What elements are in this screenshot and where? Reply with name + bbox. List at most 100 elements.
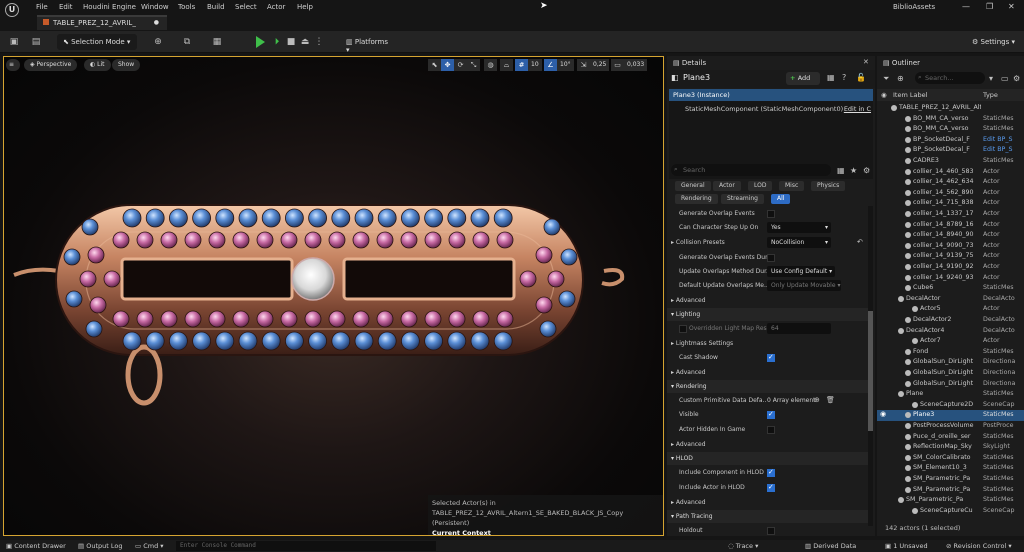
scale-snap-value[interactable]: 0,25 xyxy=(590,59,610,71)
outliner-row[interactable]: GlobalSun_DirLight Directiona xyxy=(877,379,1024,390)
outliner-row[interactable]: Cube6 StaticMes xyxy=(877,283,1024,294)
outliner-row[interactable]: Plane StaticMes xyxy=(877,389,1024,400)
outliner-row[interactable]: SM_Parametric_Pa StaticMes xyxy=(877,474,1024,485)
select-tool-icon[interactable]: ⬉ xyxy=(428,59,441,71)
outliner-row[interactable]: collier_14_8789_16 Actor xyxy=(877,220,1024,231)
update-overlaps-dropdown[interactable]: Use Config Default ▾ xyxy=(767,266,835,277)
advanced-collision-row[interactable]: ▸ Advanced xyxy=(667,294,869,307)
outliner-settings-icon[interactable]: ⚙ xyxy=(1013,74,1020,83)
outliner-row[interactable]: collier_14_9139_75 Actor xyxy=(877,251,1024,262)
trace-dropdown[interactable]: ◌ Trace ▾ xyxy=(728,542,758,550)
add-element-icon[interactable]: ⊕ xyxy=(814,396,820,404)
outliner-row[interactable]: DecalActor DecalActo xyxy=(877,294,1024,305)
scale-snap-icon[interactable]: ⇲ xyxy=(577,59,590,71)
outliner-row[interactable]: ReflectionMap_Sky SkyLight xyxy=(877,442,1024,453)
outliner-row[interactable]: collier_14_1337_17 Actor xyxy=(877,209,1024,220)
tab-outliner[interactable]: ▤ Outliner xyxy=(879,56,924,70)
outliner-row[interactable]: GlobalSun_DirLight Directiona xyxy=(877,368,1024,379)
settings-dropdown[interactable]: ⚙ Settings ▾ xyxy=(966,34,1022,50)
show-button[interactable]: Show xyxy=(112,59,141,71)
outliner-row[interactable]: CADRE3 StaticMes xyxy=(877,156,1024,167)
edit-blueprint-link[interactable]: Edit BP_S xyxy=(983,136,1024,143)
step-icon[interactable]: ⏵ xyxy=(272,37,282,47)
filter-general[interactable]: General xyxy=(675,181,711,191)
outliner-row[interactable]: collier_14_9190_92 Actor xyxy=(877,262,1024,273)
menu-select[interactable]: Select xyxy=(235,3,257,11)
tab-details[interactable]: ▤ Details xyxy=(669,56,710,70)
menu-houdini-engine[interactable]: Houdini Engine xyxy=(83,3,136,11)
outliner-row[interactable]: BO_MM_CA_verso StaticMes xyxy=(877,124,1024,135)
outliner-row[interactable]: GlobalSun_DirLight Directiona xyxy=(877,357,1024,368)
stop-icon[interactable]: ■ xyxy=(286,37,296,47)
content-browser-icon[interactable]: ▤ xyxy=(31,37,41,47)
menu-edit[interactable]: Edit xyxy=(59,3,73,11)
outliner-row[interactable]: ◉ Plane3 StaticMes xyxy=(877,410,1024,421)
lit-button[interactable]: ◐ Lit xyxy=(84,59,111,71)
menu-window[interactable]: Window xyxy=(141,3,169,11)
cmd-dropdown[interactable]: ▭ Cmd ▾ xyxy=(135,542,164,550)
edit-blueprint-link[interactable]: Edit BP_S xyxy=(983,146,1024,153)
outliner-row[interactable]: SM_Parametric_Pa StaticMes xyxy=(877,485,1024,496)
blueprint-icon[interactable]: ⧉ xyxy=(182,37,192,47)
filter-rendering[interactable]: Rendering xyxy=(675,194,718,204)
surface-snap-icon[interactable]: ⌓ xyxy=(500,59,513,71)
outliner-row[interactable]: SceneCaptureCu SceneCap xyxy=(877,506,1024,517)
selection-mode-dropdown[interactable]: ⬉ Selection Mode ▾ xyxy=(57,34,137,50)
filter-lod[interactable]: LOD xyxy=(748,181,773,191)
collision-presets-dropdown[interactable]: NoCollision ▾ xyxy=(767,237,831,248)
item-label-column[interactable]: Item Label xyxy=(893,91,927,99)
scale-tool-icon[interactable]: ⤡ xyxy=(467,59,480,71)
include-component-hlod-checkbox[interactable] xyxy=(767,468,775,477)
section-path-tracing[interactable]: ▾ Path Tracing xyxy=(667,510,869,523)
outliner-row[interactable]: Actor7 Actor xyxy=(877,336,1024,347)
level-tab[interactable]: TABLE_PREZ_12_AVRIL_ ● xyxy=(37,15,167,30)
minimize-icon[interactable]: — xyxy=(962,2,970,11)
level-viewport[interactable]: ≡ ◈ Perspective ◐ Lit Show ⬉ ✥ ⟳ ⤡ ◍ ⌓ #… xyxy=(3,56,664,536)
platforms-dropdown[interactable]: ▥ Platforms ▾ xyxy=(340,34,398,54)
outliner-filter-dropdown-icon[interactable]: ▾ xyxy=(989,74,993,83)
new-folder-icon[interactable]: ▭ xyxy=(1001,74,1009,83)
menu-tools[interactable]: Tools xyxy=(178,3,195,11)
edit-in-cpp-link[interactable]: Edit in C xyxy=(844,105,871,113)
details-scrollbar[interactable] xyxy=(868,206,873,526)
menu-build[interactable]: Build xyxy=(207,3,225,11)
holdout-checkbox[interactable] xyxy=(767,527,775,535)
cinematics-icon[interactable]: ▦ xyxy=(212,37,222,47)
outliner-row[interactable]: SM_ColorCalibrato StaticMes xyxy=(877,453,1024,464)
console-input[interactable]: Enter Console Command xyxy=(176,541,436,551)
rotation-snap-icon[interactable]: ∠ xyxy=(544,59,557,71)
filter-all[interactable]: All xyxy=(771,194,791,204)
outliner-row[interactable]: collier_14_562_890 Actor xyxy=(877,188,1024,199)
gen-overlap-during-checkbox[interactable] xyxy=(767,254,775,262)
outliner-row[interactable]: collier_14_9240_93 Actor xyxy=(877,273,1024,284)
filter-physics[interactable]: Physics xyxy=(811,181,846,191)
reset-arrow-icon[interactable]: ↶ xyxy=(857,238,863,246)
outliner-row[interactable]: DecalActor2 DecalActo xyxy=(877,315,1024,326)
outliner-row[interactable]: SM_Element10_3 StaticMes xyxy=(877,463,1024,474)
trash-icon[interactable]: 🗑 xyxy=(826,396,835,404)
details-scroll-thumb[interactable] xyxy=(868,311,873,431)
outliner-row[interactable]: BP_SocketDecal_F Edit BP_S xyxy=(877,135,1024,146)
camera-speed-icon[interactable]: ▭ xyxy=(611,59,624,71)
outliner-row[interactable]: collier_14_462_634 Actor xyxy=(877,177,1024,188)
outliner-row[interactable]: TABLE_PREZ_12_AVRIL_Altern1 xyxy=(877,103,1024,114)
menu-file[interactable]: File xyxy=(36,3,48,11)
viewport-menu-icon[interactable]: ≡ xyxy=(6,59,20,71)
grid-snap-value[interactable]: 10 xyxy=(528,59,542,71)
section-rendering[interactable]: ▾ Rendering xyxy=(667,380,869,393)
actor-name[interactable]: Plane3 xyxy=(683,73,710,82)
component-row[interactable]: StaticMeshComponent (StaticMeshComponent… xyxy=(669,103,873,115)
filter-actor[interactable]: Actor xyxy=(713,181,741,191)
eject-icon[interactable]: ⏏ xyxy=(300,37,310,47)
advanced-rendering-row[interactable]: ▸ Advanced xyxy=(667,438,869,451)
can-step-up-dropdown[interactable]: Yes ▾ xyxy=(767,222,831,233)
camera-speed-value[interactable]: 0,033 xyxy=(624,59,648,71)
outliner-row[interactable]: SceneCapture2D SceneCap xyxy=(877,400,1024,411)
filter-streaming[interactable]: Streaming xyxy=(721,194,764,204)
outliner-row[interactable]: Actor5 Actor xyxy=(877,304,1024,315)
generate-overlap-checkbox[interactable] xyxy=(767,210,775,218)
outliner-row[interactable]: BP_SocketDecal_F Edit BP_S xyxy=(877,145,1024,156)
translate-tool-icon[interactable]: ✥ xyxy=(441,59,454,71)
outliner-row[interactable]: SM_Parametric_Pa StaticMes xyxy=(877,495,1024,506)
derived-data-button[interactable]: ▥ Derived Data xyxy=(805,542,856,550)
